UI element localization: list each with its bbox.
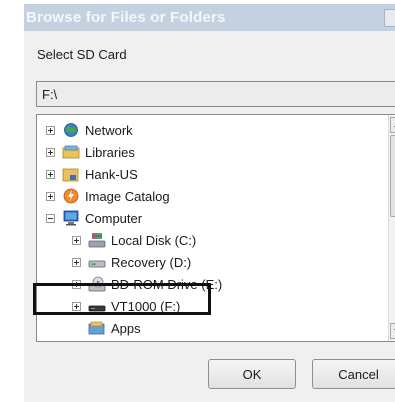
collapse-icon[interactable] — [46, 213, 55, 223]
highlight-box — [33, 283, 211, 315]
expand-icon[interactable] — [72, 235, 81, 245]
tree-item-label: Apps — [111, 320, 141, 336]
tree-item-label: Recovery (D:) — [111, 254, 192, 270]
tree-item-local-disk[interactable]: Local Disk (C:) — [72, 230, 196, 250]
network-icon — [62, 122, 80, 138]
tree-item-hank-us[interactable]: Hank-US — [46, 164, 138, 184]
local-disk-icon — [88, 232, 106, 248]
tree-item-label: Network — [85, 122, 133, 138]
close-button[interactable] — [384, 9, 395, 27]
expand-icon[interactable] — [46, 169, 55, 179]
title-bar[interactable]: Browse for Files or Folders — [24, 4, 395, 31]
tree-item-network[interactable]: Network — [46, 120, 133, 140]
tree-item-label: Libraries — [85, 144, 135, 160]
apps-folder-icon — [88, 320, 106, 336]
expand-icon[interactable] — [72, 257, 81, 267]
expand-icon[interactable] — [46, 191, 55, 201]
tree-item-label: Local Disk (C:) — [111, 232, 197, 248]
tree-item-label: Hank-US — [85, 166, 138, 182]
window-title: Browse for Files or Folders — [26, 9, 226, 26]
image-catalog-icon — [62, 188, 80, 204]
scroll-down-button[interactable] — [390, 323, 395, 339]
tree-item-label: Computer — [85, 210, 143, 226]
scroll-thumb[interactable] — [390, 135, 395, 217]
user-folder-icon — [62, 166, 80, 182]
expand-icon[interactable] — [46, 147, 55, 157]
computer-icon — [62, 210, 80, 226]
tree-item-label: Image Catalog — [85, 188, 170, 204]
tree-item-recovery[interactable]: Recovery (D:) — [72, 252, 191, 272]
expand-icon[interactable] — [46, 125, 55, 135]
scroll-up-button[interactable] — [390, 117, 395, 133]
tree-item-image-catalog[interactable]: Image Catalog — [46, 186, 170, 206]
browse-dialog: Browse for Files or Folders Select SD Ca… — [24, 4, 395, 402]
prompt-label: Select SD Card — [37, 47, 127, 62]
tree-item-apps[interactable]: Apps — [88, 318, 141, 338]
tree-item-libraries[interactable]: Libraries — [46, 142, 135, 162]
vertical-scrollbar[interactable] — [388, 115, 395, 341]
tree-item-computer[interactable]: Computer — [46, 208, 142, 228]
drive-icon — [88, 254, 106, 270]
path-field[interactable]: F:\ — [36, 81, 395, 107]
cancel-button[interactable]: Cancel — [312, 359, 395, 389]
ok-button[interactable]: OK — [208, 359, 296, 389]
libraries-icon — [62, 144, 80, 160]
